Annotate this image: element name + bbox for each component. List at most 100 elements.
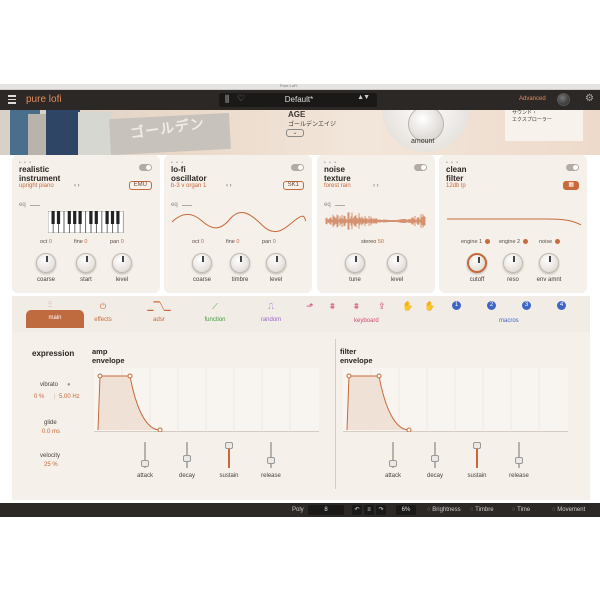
reso-knob[interactable] [503, 253, 523, 273]
tab-effects[interactable]: ⏻ effects [74, 298, 132, 328]
expand-artwork-button[interactable]: ⌄ [286, 129, 304, 137]
slider-thumb[interactable] [473, 442, 481, 449]
coarse-knob[interactable] [36, 253, 56, 273]
preset-browser[interactable]: ⫼ ♡ Default* ▲▼ [219, 93, 377, 107]
vibrato-rate[interactable]: 5.00 Hz [59, 394, 80, 400]
keyboard-mod-icon[interactable]: ⬏ [306, 301, 314, 312]
amp-release-slider[interactable] [267, 442, 275, 468]
slider-thumb[interactable] [225, 442, 233, 449]
knob-label: env amnt [536, 277, 562, 283]
filter-release-slider[interactable] [515, 442, 523, 468]
vibrato-amount[interactable]: 0 % [34, 394, 44, 400]
tab-macros[interactable]: macros [499, 318, 519, 324]
emu-chip-button[interactable]: EMU [128, 181, 152, 190]
tune-knob[interactable] [345, 253, 365, 273]
engine2-route[interactable]: engine 2 [499, 239, 528, 245]
pan-param[interactable]: pan 0 [110, 239, 124, 245]
amount-dial[interactable] [382, 110, 470, 152]
filter-attack-slider[interactable] [389, 442, 397, 468]
tab-function[interactable]: ⟋ function [186, 298, 244, 328]
keyboard-mod-icon[interactable]: ⩩ [330, 301, 335, 312]
slider-thumb[interactable] [389, 460, 397, 468]
keyboard-mod-icon[interactable]: ✋ [402, 301, 413, 312]
timbre-macro[interactable]: ◌ Timbre [470, 507, 494, 513]
preset-name[interactable]: Default* [269, 95, 329, 104]
piano-black-key [116, 211, 120, 224]
prev-next-arrows[interactable]: ‹ › [373, 183, 379, 189]
instrument-select[interactable]: upright piano [19, 183, 54, 189]
cutoff-knob[interactable] [467, 253, 487, 273]
poly-value[interactable]: 8 [308, 505, 344, 515]
power-toggle[interactable] [291, 164, 304, 171]
slider-thumb[interactable] [267, 457, 275, 465]
menu-icon[interactable] [8, 95, 16, 104]
time-macro[interactable]: ◌ Time [512, 507, 530, 513]
filter-envelope-graph[interactable] [343, 368, 568, 433]
info-icon[interactable]: ● [67, 382, 71, 388]
slider-thumb[interactable] [141, 460, 149, 468]
fine-param[interactable]: fine 0 [74, 239, 87, 245]
gear-icon[interactable]: ⚙ [585, 93, 594, 104]
pan-param[interactable]: pan 0 [262, 239, 276, 245]
sound-explorer-artwork[interactable]: ゴールデン AGE ゴールデンエイジ ⌄ amount サウンド・ エクスプロー… [0, 110, 600, 155]
tab-keyboard[interactable]: keyboard [354, 318, 379, 324]
filter-type-select[interactable]: 12db lp [446, 183, 466, 189]
sk1-chip-button[interactable]: SK1 [282, 181, 304, 190]
prev-next-arrows[interactable]: ‹ › [226, 183, 232, 189]
level-knob[interactable] [266, 253, 286, 273]
redo-icon[interactable]: ↷ [376, 505, 386, 515]
level-knob[interactable] [387, 253, 407, 273]
movement-macro[interactable]: ◌ Movement [552, 507, 585, 513]
timbre-knob[interactable] [230, 253, 250, 273]
oct-param[interactable]: oct 0 [40, 239, 52, 245]
keyboard-mod-icon[interactable]: ⩩ [354, 301, 359, 312]
oscillator-select[interactable]: b-3 v organ 1 [171, 183, 206, 189]
slider-thumb[interactable] [431, 455, 439, 463]
filter-decay-slider[interactable] [431, 442, 439, 468]
prev-next-arrows[interactable]: ‹ › [74, 183, 80, 189]
eq-label[interactable]: eq [19, 202, 26, 208]
macro-3-icon[interactable]: 3 [522, 301, 531, 310]
keyboard-mod-icon[interactable]: ⇪ [378, 301, 386, 312]
amp-attack-slider[interactable] [141, 442, 149, 468]
engine1-route[interactable]: engine 1 [461, 239, 490, 245]
amp-decay-slider[interactable] [183, 442, 191, 468]
preset-nav-arrows[interactable]: ▲▼ [357, 94, 370, 101]
stereo-param[interactable]: stereo 50 [361, 239, 384, 245]
eq-label[interactable]: eq [324, 202, 331, 208]
coarse-knob[interactable] [192, 253, 212, 273]
heart-icon[interactable]: ♡ [237, 93, 245, 104]
macro-2-icon[interactable]: 2 [487, 301, 496, 310]
amp-envelope-graph[interactable] [94, 368, 319, 433]
env-amnt-knob[interactable] [539, 253, 559, 273]
knob-label: level [269, 277, 283, 283]
keyboard-mod-icon[interactable]: ✋ [424, 301, 435, 312]
start-knob[interactable] [76, 253, 96, 273]
velocity-value[interactable]: 25 % [44, 462, 58, 468]
brightness-macro[interactable]: ◌ Brightness [427, 507, 461, 513]
filter-sustain-slider[interactable] [473, 442, 481, 468]
expression-title: expression [32, 349, 75, 358]
level-knob[interactable] [112, 253, 132, 273]
oct-param[interactable]: oct 0 [192, 239, 204, 245]
noise-select[interactable]: forest rain [324, 183, 351, 189]
glide-value[interactable]: 0.0 ms [42, 429, 60, 435]
fine-param[interactable]: fine 0 [226, 239, 239, 245]
slider-thumb[interactable] [515, 457, 523, 465]
macro-4-icon[interactable]: 4 [557, 301, 566, 310]
filter-menu-icon[interactable]: ▦ [563, 181, 579, 190]
tab-adsr[interactable]: ▁▔╲▁ adsr [130, 298, 188, 328]
tab-random[interactable]: ⎍ random [242, 298, 300, 328]
undo-icon[interactable]: ↶ [352, 505, 362, 515]
master-volume-knob[interactable] [557, 93, 570, 106]
power-toggle[interactable] [414, 164, 427, 171]
noise-route[interactable]: noise [539, 239, 560, 245]
library-icon[interactable]: ⫼ [225, 94, 229, 105]
power-toggle[interactable] [566, 164, 579, 171]
advanced-button[interactable]: Advanced [519, 96, 546, 102]
history-icon[interactable]: ≡ [364, 505, 374, 515]
macro-1-icon[interactable]: 1 [452, 301, 461, 310]
slider-thumb[interactable] [183, 455, 191, 463]
power-toggle[interactable] [139, 164, 152, 171]
amp-sustain-slider[interactable] [225, 442, 233, 468]
